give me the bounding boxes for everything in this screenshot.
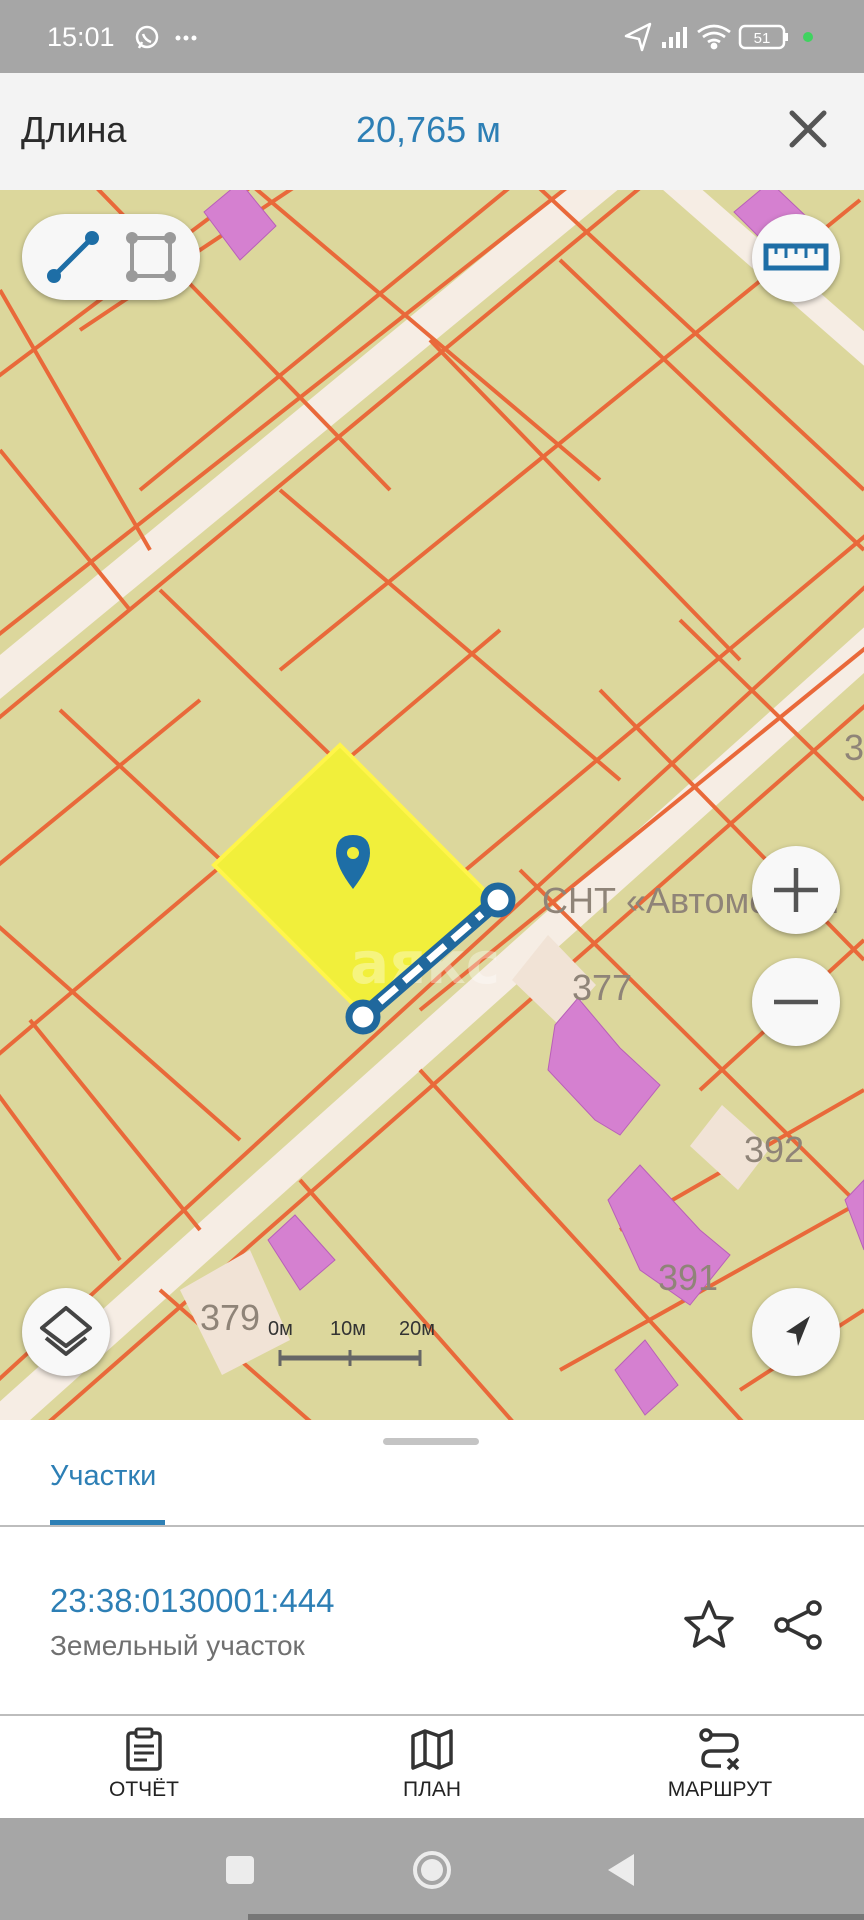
nav-plan[interactable]: ПЛАН [332, 1716, 532, 1818]
map-scale: 0м 10м 20м [268, 1318, 452, 1378]
recents-button[interactable] [222, 1852, 258, 1888]
plot-number-379: 379 [200, 1297, 260, 1338]
status-time: 15:01 [47, 22, 115, 52]
scale-ruler [278, 1350, 422, 1366]
svg-text:51: 51 [754, 30, 771, 47]
home-button[interactable] [410, 1848, 454, 1892]
plus-icon [774, 868, 818, 912]
location-arrow-icon [624, 22, 652, 52]
scale-label-20: 20м [399, 1318, 435, 1340]
signal-icon [662, 27, 687, 48]
plot-number-392: 392 [744, 1129, 804, 1170]
layers-icon [40, 1306, 92, 1356]
road [0, 190, 864, 1420]
nav-route-label: МАРШРУТ [667, 1778, 773, 1801]
line-measure-icon [47, 231, 99, 283]
system-nav-bar [0, 1818, 864, 1920]
tab-parcels[interactable]: Участки [50, 1460, 156, 1493]
circle-icon [413, 1851, 451, 1889]
scale-label-10: 10м [330, 1318, 366, 1340]
route-icon [699, 1728, 740, 1771]
plot-number-391: 391 [658, 1257, 718, 1298]
status-icons-right: 51 [624, 20, 834, 58]
square-icon [226, 1856, 254, 1884]
cadastral-map: аякс СНТ «Автомобилі 377 392 391 379 3 [0, 190, 864, 1420]
map-view[interactable]: аякс СНТ «Автомобилі 377 392 391 379 3 [0, 190, 864, 1420]
nav-report[interactable]: ОТЧЁТ [44, 1716, 244, 1818]
nav-route[interactable]: МАРШРУТ [620, 1716, 820, 1818]
star-icon [684, 1600, 734, 1648]
minus-icon [774, 999, 818, 1005]
ruler-icon [763, 243, 829, 271]
whatsapp-icon [135, 25, 159, 49]
zoom-out-button[interactable] [752, 958, 840, 1046]
close-button[interactable] [782, 103, 834, 155]
plot-number-edge: 3 [844, 727, 864, 768]
parcel-cadastral-number[interactable]: 23:38:0130001:444 [50, 1582, 334, 1620]
favorite-button[interactable] [680, 1596, 738, 1654]
active-dot-icon [803, 32, 813, 42]
ruler-button[interactable] [752, 214, 840, 302]
divider [0, 1525, 864, 1527]
close-icon [789, 110, 827, 148]
navigation-arrow-icon [786, 1316, 810, 1346]
clipboard-icon [126, 1727, 162, 1771]
share-button[interactable] [770, 1596, 828, 1654]
battery-icon: 51 [738, 24, 788, 50]
parcel-boundaries [0, 190, 864, 1420]
measure-title: Длина [21, 109, 127, 150]
map-icon [411, 1729, 453, 1770]
status-bar: 15:01 51 [0, 0, 864, 73]
line-mode-button[interactable] [44, 228, 102, 286]
status-icons-left [134, 22, 204, 56]
my-location-button[interactable] [752, 1288, 840, 1376]
bottom-nav: ОТЧЁТ ПЛАН МАРШРУТ [0, 1716, 864, 1818]
share-icon [774, 1600, 822, 1650]
measure-length-value: 20,765 м [356, 109, 501, 150]
gesture-bar [248, 1914, 864, 1920]
area-measure-icon [126, 232, 176, 282]
parcel-sheet: Участки 23:38:0130001:444 Земельный учас… [0, 1420, 864, 1818]
area-mode-button[interactable] [122, 228, 180, 286]
wifi-icon [697, 24, 731, 50]
more-dots-icon [175, 35, 197, 41]
nav-report-label: ОТЧЁТ [108, 1778, 179, 1801]
measure-mode-toggle [22, 214, 200, 300]
parcel-type: Земельный участок [50, 1630, 305, 1661]
nav-plan-label: ПЛАН [402, 1778, 462, 1801]
scale-label-0: 0м [268, 1318, 293, 1340]
layers-button[interactable] [22, 1288, 110, 1376]
plot-number-377: 377 [572, 967, 632, 1008]
zoom-in-button[interactable] [752, 846, 840, 934]
sheet-drag-handle[interactable] [383, 1438, 479, 1445]
measure-header: Длина 20,765 м [0, 73, 864, 190]
back-button[interactable] [602, 1850, 642, 1890]
back-triangle-icon [608, 1854, 634, 1886]
